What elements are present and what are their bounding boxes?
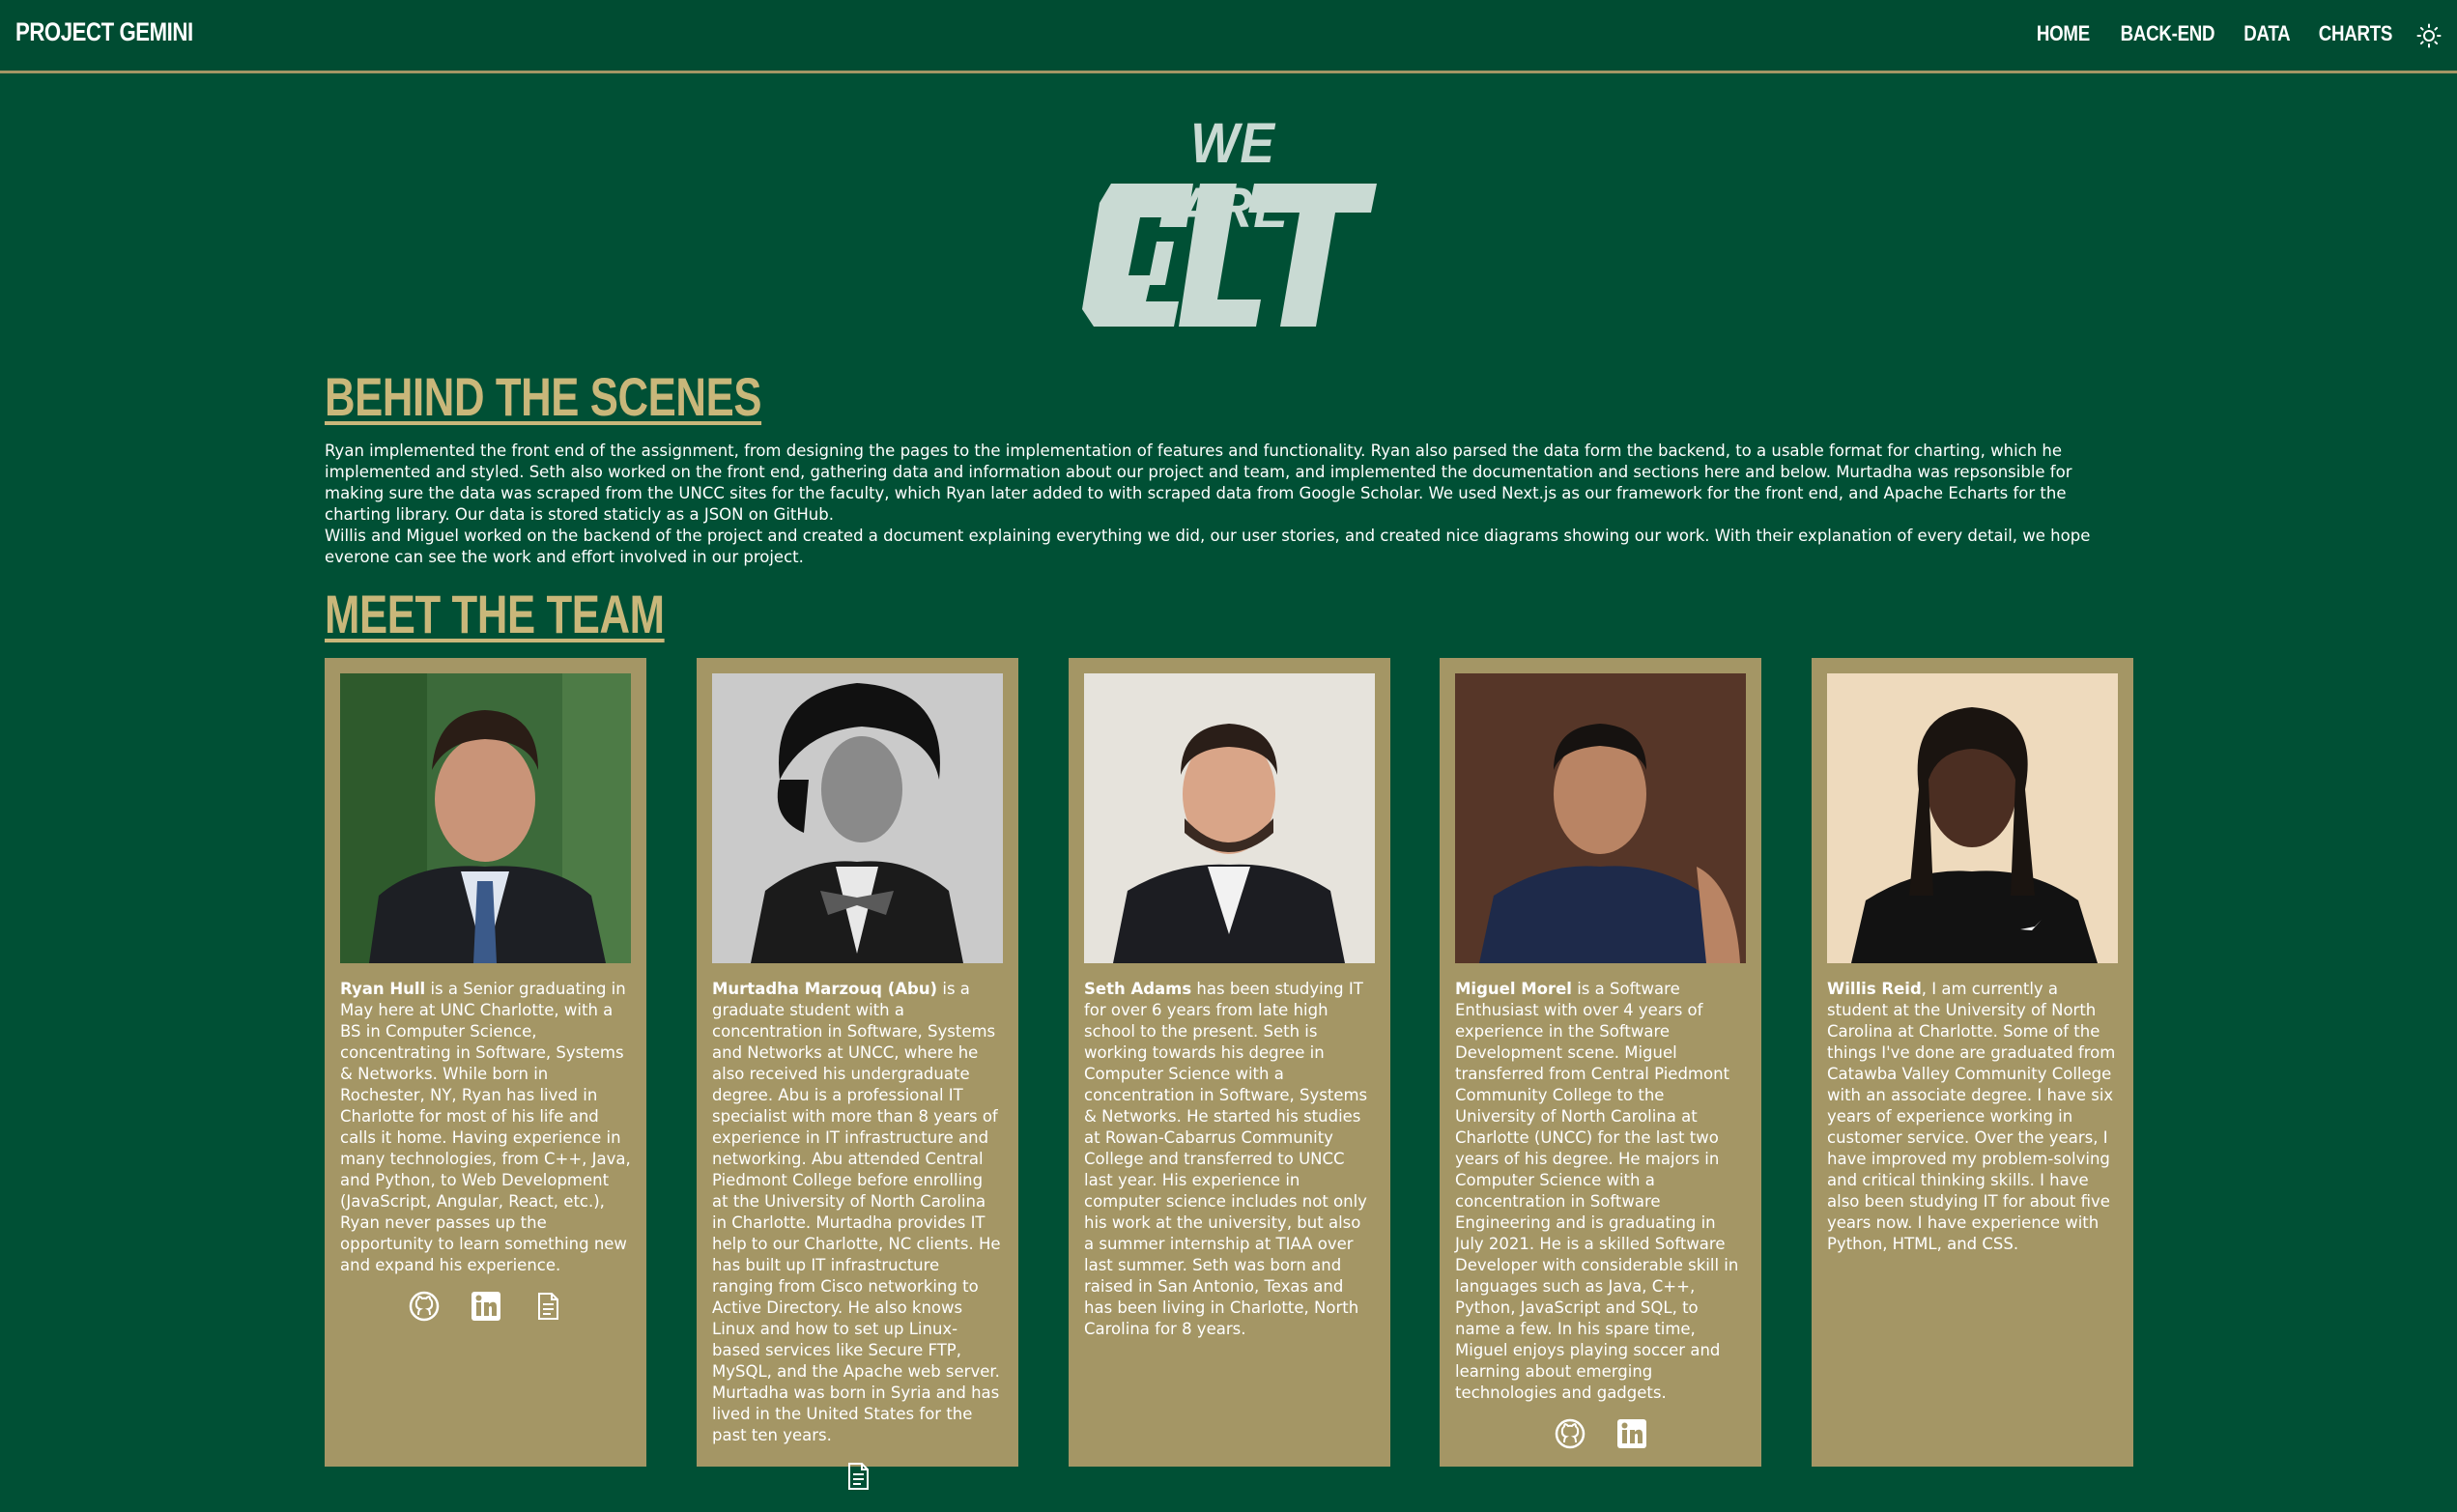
- member-bio: Willis Reid, I am currently a student at…: [1827, 980, 2116, 1253]
- document-icon[interactable]: [531, 1290, 564, 1323]
- member-links: [1455, 1417, 1746, 1450]
- nav-links: HOME BACK-END DATA CHARTS: [2032, 21, 2399, 46]
- team-card-willis-reid: Willis Reid, I am currently a student at…: [1812, 658, 2133, 1467]
- team-card-murtadha-marzouq: Murtadha Marzouq (Abu) is a graduate stu…: [697, 658, 1018, 1490]
- team-card-miguel-morel: Miguel Morel is a Software Enthusiast wi…: [1440, 658, 1761, 1467]
- linkedin-icon[interactable]: [470, 1290, 502, 1323]
- member-bio: Seth Adams has been studying IT for over…: [1084, 980, 1368, 1338]
- behind-paragraph-2: Willis and Miguel worked on the backend …: [325, 527, 2091, 566]
- navbar: PROJECT GEMINI HOME BACK-END DATA CHARTS: [0, 0, 2457, 73]
- member-bio: Ryan Hull is a Senior graduating in May …: [340, 980, 631, 1274]
- nav-charts-link[interactable]: CHARTS: [2319, 21, 2393, 46]
- nav-home-link[interactable]: HOME: [2037, 21, 2090, 46]
- sun-icon[interactable]: [2416, 23, 2442, 48]
- team-card-ryan-hull: Ryan Hull is a Senior graduating in May …: [325, 658, 646, 1467]
- behind-paragraph-1: Ryan implemented the front end of the as…: [325, 442, 2072, 524]
- team-card-seth-adams: Seth Adams has been studying IT for over…: [1069, 658, 1390, 1467]
- github-icon[interactable]: [408, 1290, 441, 1323]
- meet-the-team-title: MEET THE TEAM: [325, 584, 665, 644]
- member-name: Seth Adams: [1084, 980, 1192, 998]
- document-icon[interactable]: [842, 1460, 874, 1493]
- member-name: Miguel Morel: [1455, 980, 1572, 998]
- nav-data-link[interactable]: DATA: [2244, 21, 2291, 46]
- avatar: [1084, 673, 1375, 963]
- avatar: [340, 673, 631, 963]
- behind-the-scenes-text: Ryan implemented the front end of the as…: [325, 441, 2131, 568]
- github-icon[interactable]: [1554, 1417, 1586, 1450]
- member-bio: Miguel Morel is a Software Enthusiast wi…: [1455, 980, 1739, 1402]
- linkedin-icon[interactable]: [1615, 1417, 1648, 1450]
- member-links: [340, 1290, 631, 1323]
- nav-back-end-link[interactable]: BACK-END: [2120, 21, 2214, 46]
- member-links: [712, 1460, 1003, 1493]
- member-name: Willis Reid: [1827, 980, 1922, 998]
- brand-logo-link[interactable]: PROJECT GEMINI: [15, 17, 193, 47]
- member-name: Murtadha Marzouq (Abu): [712, 980, 938, 998]
- avatar: [1827, 673, 2118, 963]
- behind-the-scenes-title: BEHIND THE SCENES: [325, 366, 762, 427]
- member-bio: Murtadha Marzouq (Abu) is a graduate stu…: [712, 980, 1001, 1444]
- avatar: [712, 673, 1003, 963]
- hero-clt-logo: [1082, 184, 1377, 328]
- avatar: [1455, 673, 1746, 963]
- member-name: Ryan Hull: [340, 980, 426, 998]
